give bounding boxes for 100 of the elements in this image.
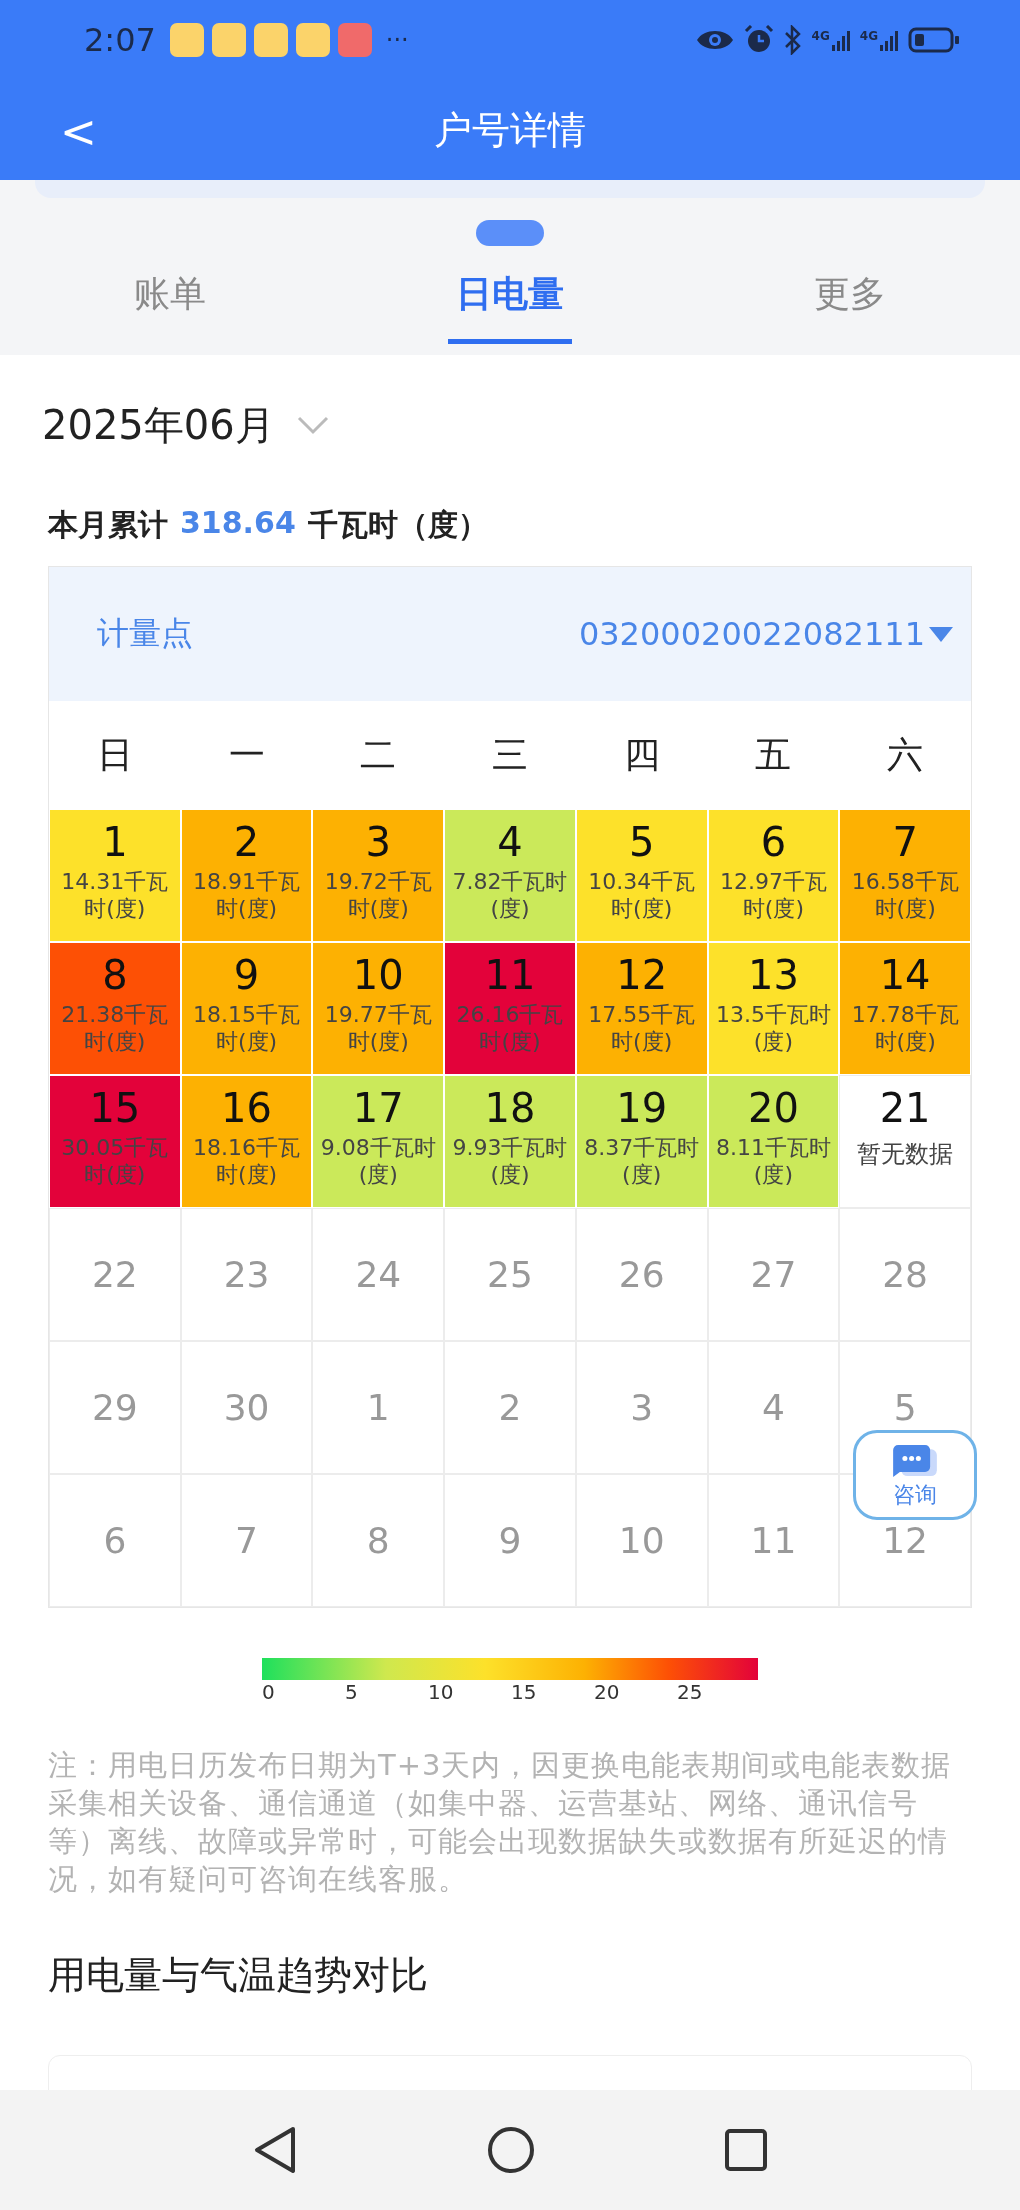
app-icon: [295, 23, 330, 57]
drag-handle[interactable]: [476, 220, 544, 246]
weekday-label: 四: [622, 732, 661, 777]
day-number: 15: [89, 1084, 141, 1133]
day-number: 19: [616, 1084, 668, 1133]
signal-icon: [880, 29, 898, 51]
day-cell[interactable]: 8 21.38千瓦时(度): [49, 942, 181, 1075]
day-number: 26: [618, 1256, 665, 1293]
day-cell[interactable]: 6 12.97千瓦时(度): [707, 809, 840, 942]
signal-icon: [831, 29, 850, 51]
day-cell[interactable]: 12 17.55千瓦时(度): [575, 942, 708, 1075]
day-number: 24: [355, 1256, 402, 1293]
day-number: 7: [235, 1522, 258, 1559]
consult-button[interactable]: 咨询: [853, 1430, 977, 1520]
summary-value: 318.64: [180, 505, 296, 542]
day-cell[interactable]: 7 16.58千瓦时(度): [839, 809, 971, 942]
day-number: 5: [628, 818, 655, 867]
day-number: 3: [630, 1389, 654, 1426]
weekday-label: 日: [95, 732, 134, 777]
more-notifications: ···: [385, 26, 409, 54]
month-selector[interactable]: 2025年06月: [42, 397, 275, 453]
day-number: 28: [882, 1256, 929, 1293]
bluetooth-icon: [783, 25, 802, 55]
day-number: 25: [487, 1256, 533, 1293]
battery-icon: [908, 27, 960, 53]
day-number: 3: [365, 818, 391, 867]
day-usage: 8.11千瓦时(度): [714, 1134, 832, 1188]
section-title: 用电量与气温趋势对比: [48, 1952, 429, 1999]
day-number: 27: [750, 1256, 797, 1293]
day-cell[interactable]: 20 8.11千瓦时(度): [707, 1075, 840, 1208]
day-cell[interactable]: 15 30.05千瓦时(度): [49, 1075, 181, 1208]
app-icon: [211, 23, 246, 57]
scale-tick: 15: [511, 1680, 538, 1704]
day-number: 1: [366, 1389, 390, 1426]
day-number: 18: [484, 1084, 536, 1133]
dropdown-triangle-icon[interactable]: [929, 625, 953, 643]
day-usage: 18.91千瓦时(度): [192, 868, 302, 922]
summary-unit: 千瓦时（度）: [307, 506, 488, 544]
back-button[interactable]: <: [60, 106, 97, 157]
day-usage: 12.97千瓦时(度): [718, 868, 828, 922]
weekday-label: 三: [491, 732, 529, 777]
day-number: 5: [893, 1389, 917, 1426]
day-cell[interactable]: 19 8.37千瓦时(度): [575, 1075, 708, 1208]
weekday-label: 二: [359, 732, 398, 777]
day-number: 12: [616, 951, 668, 1000]
day-number: 4: [761, 1389, 785, 1426]
back-icon[interactable]: [253, 2126, 297, 2174]
day-usage: 30.05千瓦时(度): [60, 1134, 170, 1188]
day-number: 2: [498, 1389, 522, 1426]
day-usage: 26.16千瓦时(度): [455, 1001, 565, 1055]
day-cell[interactable]: 11 26.16千瓦时(度): [444, 942, 576, 1075]
day-cell[interactable]: 9 18.15千瓦时(度): [180, 942, 313, 1075]
day-cell[interactable]: 5 10.34千瓦时(度): [575, 809, 708, 942]
day-usage: 18.16千瓦时(度): [192, 1134, 302, 1188]
meter-label: 计量点: [97, 613, 193, 654]
day-cell[interactable]: 21 暂无数据: [839, 1075, 971, 1208]
day-cell[interactable]: 14 17.78千瓦时(度): [839, 942, 971, 1075]
day-cell[interactable]: 17 9.08千瓦时(度): [312, 1075, 445, 1208]
day-number: 4: [497, 818, 523, 867]
eye-icon: [695, 28, 734, 52]
day-number: 23: [223, 1256, 270, 1293]
day-cell[interactable]: 13 13.5千瓦时(度): [707, 942, 840, 1075]
weekday-label: 一: [227, 732, 266, 777]
day-number: 8: [102, 951, 128, 1000]
day-number: 1: [102, 818, 128, 867]
day-usage: 21.38千瓦时(度): [60, 1001, 170, 1055]
day-number: 20: [747, 1084, 799, 1133]
day-number: 14: [879, 951, 931, 1000]
day-usage: 16.58千瓦时(度): [850, 868, 960, 922]
day-usage: 17.55千瓦时(度): [587, 1001, 697, 1055]
day-number: 13: [747, 951, 799, 1000]
day-usage: 18.15千瓦时(度): [192, 1001, 302, 1055]
day-usage: 10.34千瓦时(度): [587, 868, 697, 922]
app-icon: [337, 23, 372, 57]
tab[interactable]: 日电量: [340, 264, 680, 355]
day-number: 6: [760, 818, 787, 867]
page-title: 户号详情: [434, 106, 586, 154]
day-number: 9: [233, 951, 260, 1000]
day-cell[interactable]: 3 19.72千瓦时(度): [312, 809, 445, 942]
network-type: 4G: [811, 29, 830, 43]
day-number: 11: [484, 951, 536, 1000]
day-cell[interactable]: 10 19.77千瓦时(度): [312, 942, 445, 1075]
weekday-label: 五: [754, 732, 793, 777]
day-cell[interactable]: 4 7.82千瓦时(度): [444, 809, 576, 942]
day-cell[interactable]: 1 14.31千瓦时(度): [49, 809, 181, 942]
recents-icon[interactable]: [725, 2129, 767, 2171]
day-usage: 13.5千瓦时(度): [714, 1001, 832, 1055]
day-number: 29: [91, 1389, 138, 1426]
day-cell[interactable]: 16 18.16千瓦时(度): [180, 1075, 313, 1208]
home-icon[interactable]: [487, 2126, 535, 2174]
day-usage: 8.37千瓦时(度): [583, 1134, 701, 1188]
alarm-icon: [743, 25, 774, 55]
day-cell[interactable]: 2 18.91千瓦时(度): [180, 809, 313, 942]
day-number: 16: [221, 1084, 272, 1133]
day-cell[interactable]: 18 9.93千瓦时(度): [444, 1075, 576, 1208]
day-number: 12: [882, 1522, 929, 1559]
day-number: 2: [233, 818, 260, 867]
app-icon: [169, 23, 204, 57]
day-usage: 9.93千瓦时(度): [451, 1134, 569, 1188]
day-number: 17: [352, 1084, 404, 1133]
